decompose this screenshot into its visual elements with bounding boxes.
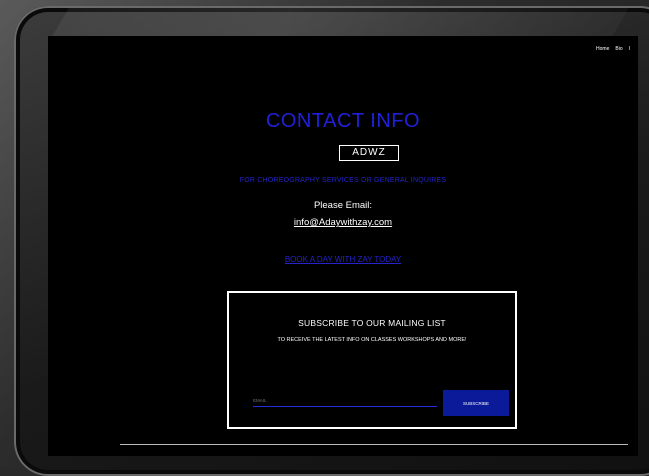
page-title: CONTACT INFO [265,110,421,132]
nav-bio[interactable]: Bio [615,46,622,52]
screen-glare [51,8,629,38]
email-input[interactable] [253,394,437,407]
tablet-frame: Home Bio I CONTACT INFO ADWZ FOR CHOREOG… [0,0,649,476]
website-screen: Home Bio I CONTACT INFO ADWZ FOR CHOREOG… [48,36,638,456]
please-email-label: Please Email: [313,200,373,211]
subscribe-description: TO RECEIVE THE LATEST INFO ON CLASSES WO… [277,337,467,343]
email-link[interactable]: info@Adaywithzay.com [48,217,638,228]
subscribe-title: SUBSCRIBE TO OUR MAILING LIST [298,318,446,328]
nav-more[interactable]: I [629,46,630,52]
subscribe-box: SUBSCRIBE TO OUR MAILING LIST TO RECEIVE… [227,291,517,429]
top-nav: Home Bio I [596,46,630,52]
brand-logo: ADWZ [339,145,399,161]
nav-home[interactable]: Home [596,46,609,52]
book-link[interactable]: BOOK A DAY WITH ZAY TODAY [48,255,638,264]
contact-subtitle: FOR CHOREOGRAPHY SERVICES OR GENERAL INQ… [239,177,447,184]
subscribe-button[interactable]: SUBSCRIBE [443,390,509,416]
footer-divider [120,444,628,445]
